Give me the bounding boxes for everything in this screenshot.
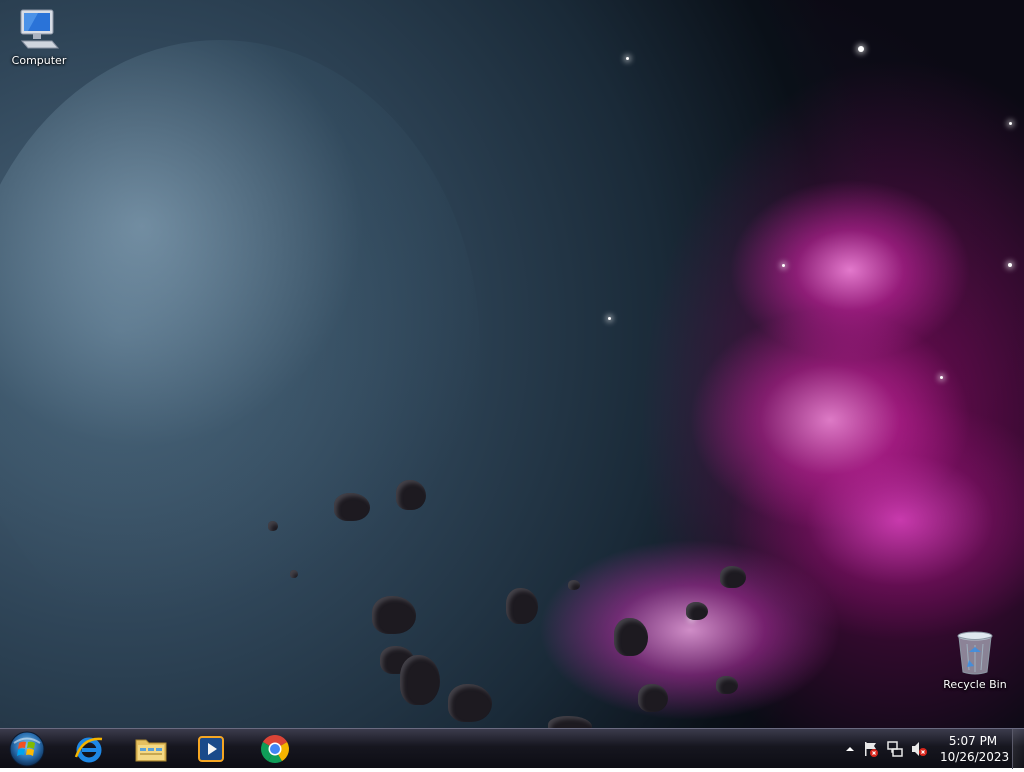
windows-start-orb-icon — [9, 731, 45, 767]
notification-area — [842, 729, 928, 769]
asteroid — [334, 493, 370, 521]
system-clock[interactable]: 5:07 PM 10/26/2023 — [940, 733, 1010, 765]
network-icon[interactable] — [886, 740, 904, 758]
asteroid — [716, 676, 738, 694]
asteroid — [506, 588, 538, 624]
asteroid — [400, 655, 440, 705]
chrome-icon — [261, 735, 289, 763]
asteroid — [372, 596, 416, 634]
star — [782, 264, 785, 267]
earth-graphic — [0, 40, 480, 660]
desktop-icon-label: Recycle Bin — [943, 678, 1007, 691]
star — [858, 46, 864, 52]
desktop-icon-recycle-bin[interactable]: Recycle Bin — [937, 630, 1013, 691]
file-explorer-icon — [135, 739, 167, 762]
show-desktop-button[interactable] — [1012, 729, 1024, 769]
taskbar-chrome[interactable] — [250, 731, 300, 767]
desktop-wallpaper[interactable]: Computer Recycle Bin — [0, 0, 1024, 728]
internet-explorer-icon — [74, 737, 103, 763]
asteroid — [396, 480, 426, 510]
asteroid — [720, 566, 746, 588]
asteroid — [568, 580, 580, 590]
taskbar-internet-explorer[interactable] — [64, 731, 114, 767]
clock-time: 5:07 PM — [948, 734, 998, 748]
taskbar-file-explorer[interactable] — [126, 731, 176, 767]
star — [940, 376, 943, 379]
recycle-bin-icon — [957, 631, 993, 675]
star — [1008, 263, 1012, 267]
asteroid — [290, 570, 298, 578]
desktop-icon-computer[interactable]: Computer — [1, 8, 77, 67]
start-button[interactable] — [4, 730, 50, 768]
media-player-icon — [198, 736, 224, 762]
volume-muted-icon[interactable] — [910, 740, 928, 758]
star — [626, 57, 629, 60]
taskbar: 5:07 PM 10/26/2023 — [0, 728, 1024, 769]
action-center-flag-icon[interactable] — [862, 740, 880, 758]
computer-icon — [20, 9, 60, 49]
asteroid — [448, 684, 492, 722]
asteroid — [268, 521, 278, 531]
asteroid — [614, 618, 648, 656]
show-hidden-icons-icon[interactable] — [842, 741, 858, 757]
asteroid — [686, 602, 708, 620]
desktop-icon-label: Computer — [11, 54, 67, 67]
asteroid — [638, 684, 668, 712]
clock-date: 10/26/2023 — [940, 750, 1010, 764]
star — [608, 317, 611, 320]
asteroid — [548, 716, 592, 728]
taskbar-media-player[interactable] — [186, 731, 236, 767]
star — [1009, 122, 1012, 125]
